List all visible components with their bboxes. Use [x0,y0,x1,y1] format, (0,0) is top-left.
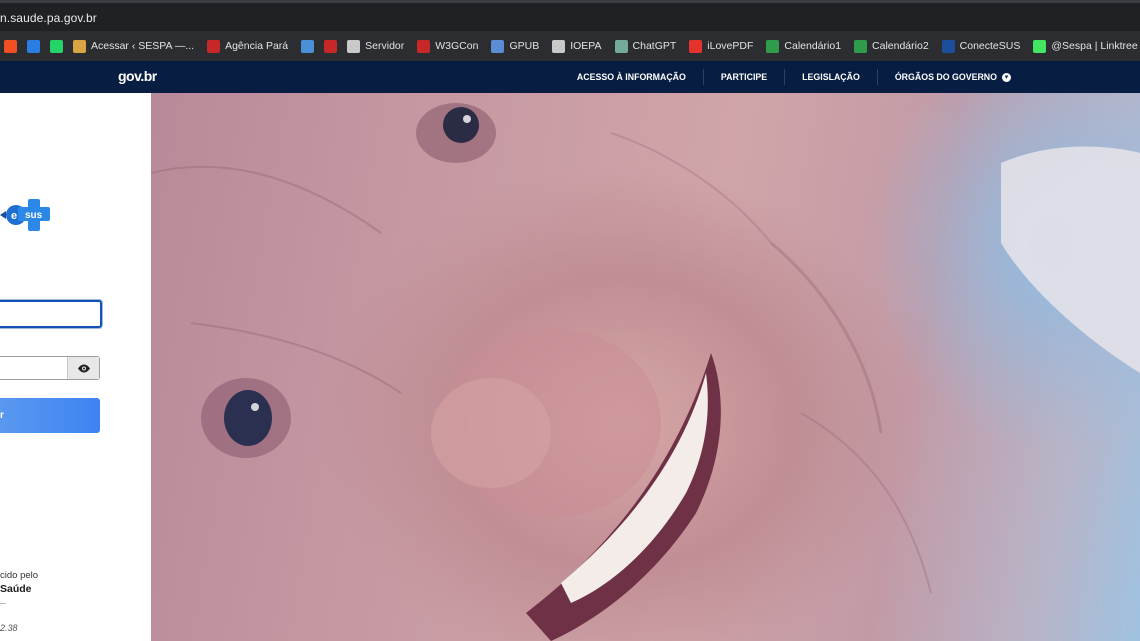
bookmark-acessar-sespa[interactable]: Acessar ‹ SESPA —... [73,35,194,57]
url-text[interactable]: n.saude.pa.gov.br [0,11,97,25]
whatsapp-icon [50,39,63,53]
bookmark-chatgpt[interactable]: ChatGPT [614,35,677,57]
para-flag-icon [324,39,338,53]
nav-orgaos-governo[interactable]: ÓRGÃOS DO GOVERNO ▾ [876,69,1028,85]
para-flag-icon [207,39,221,53]
bookmark-servidor[interactable]: Servidor [347,35,404,57]
bookmark-icon-6[interactable] [324,35,338,57]
svg-text:sus: sus [25,210,43,221]
nav-legislacao[interactable]: LEGISLAÇÃO [784,69,877,85]
bookmark-ilovepdf[interactable]: iLovePDF [689,35,753,57]
govbr-header: gov.br ACESSO À INFORMAÇÃO PARTICIPE LEG… [0,61,1140,93]
para-flag-icon [417,39,431,53]
bookmark-icon-1[interactable] [27,35,40,57]
bookmark-ag-ncia-par[interactable]: Agência Pará [207,35,288,57]
bookmark-ioepa[interactable]: IOEPA [552,35,602,57]
svg-text:e: e [11,210,17,222]
bookmark-label: Acessar ‹ SESPA —... [91,40,195,52]
pin-icon [73,39,86,53]
bookmark-calend-rio2[interactable]: Calendário2 [854,35,929,57]
doc-icon [301,39,315,53]
bookmark-label: GPUB [509,40,540,52]
bookmark-sespa-linktree[interactable]: @Sespa | Linktree [1033,35,1138,57]
browser-address-bar[interactable]: n.saude.pa.gov.br [0,0,1140,31]
username-input[interactable] [0,300,102,328]
show-password-button[interactable] [67,357,99,379]
nav-orgaos-label: ÓRGÃOS DO GOVERNO [894,72,997,82]
brazil-flag-icon [854,39,868,53]
bookmark-calend-rio1[interactable]: Calendário1 [766,35,841,57]
bookmark-label: ChatGPT [632,40,677,52]
bookmark-label: @Sespa | Linktree [1051,40,1138,52]
globe-icon [347,39,361,53]
hero-image-elderly-smiling [151,93,1140,641]
hero-photo [151,103,1140,641]
govbr-nav: ACESSO À INFORMAÇÃO PARTICIPE LEGISLAÇÃO… [560,61,1028,93]
nav-acesso-informacao[interactable]: ACESSO À INFORMAÇÃO [560,69,703,85]
bookmark-label: Calendário1 [784,40,842,52]
login-panel: e sus r cido pelo Saúde 2.38 [0,93,151,641]
heart-icon [689,39,703,53]
linktree-icon [1033,39,1047,53]
bookmark-label: IOEPA [570,40,602,52]
password-field[interactable] [0,356,100,380]
esus-logo: e sus [0,199,50,231]
version-label: 2.38 [0,623,18,633]
gpub-icon [491,39,505,53]
globe-icon [552,39,566,53]
bookmark-gpub[interactable]: GPUB [491,35,539,57]
divider [0,603,6,604]
brazil-flag-icon [766,39,780,53]
bookmark-conectesus[interactable]: ConecteSUS [941,35,1021,57]
bookmark-label: iLovePDF [707,40,754,52]
bookmark-icon-2[interactable] [50,35,63,57]
eye-icon [77,364,90,372]
bookmark-label: Agência Pará [225,40,289,52]
windows-icon [4,39,17,53]
bookmark-label: W3GCon [435,40,479,52]
developer-credit: cido pelo [0,570,39,581]
govbr-logo[interactable]: gov.br [118,68,157,84]
chatgpt-icon [614,39,628,53]
app-icon [27,39,40,53]
ministry-name: Saúde [0,583,32,595]
bookmark-label: ConecteSUS [959,40,1021,52]
chevron-down-icon[interactable]: ▾ [1002,73,1011,83]
bookmark-icon-0[interactable] [4,35,17,57]
bookmark-label: Calendário2 [872,40,929,52]
bookmarks-bar: Acessar ‹ SESPA —... Agência Pará Servidor… [0,31,1140,61]
bookmark-icon-5[interactable] [301,35,315,57]
conectesus-icon [941,39,955,53]
nav-participe[interactable]: PARTICIPE [702,69,784,85]
submit-button[interactable]: r [0,398,100,433]
bookmark-w3gcon[interactable]: W3GCon [417,35,478,57]
bookmark-label: Servidor [365,40,405,52]
